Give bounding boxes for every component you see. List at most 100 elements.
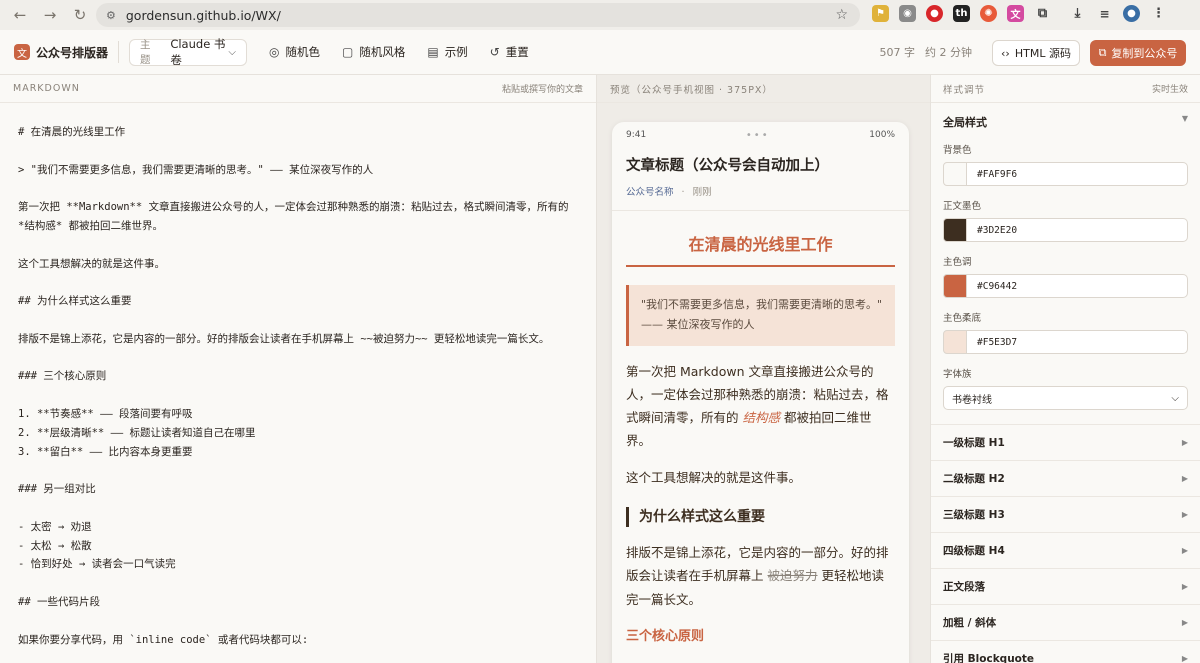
extension-icon[interactable]: 文 — [1007, 5, 1024, 22]
account-name[interactable]: 公众号名称 — [626, 187, 674, 198]
status-battery: 100% — [869, 130, 895, 140]
copy-to-wechat-button[interactable]: ⧉ 复制到公众号 — [1090, 40, 1186, 66]
markdown-textarea[interactable]: # 在清晨的光线里工作 > "我们不需要更多信息，我们需要更清晰的思考。" —— … — [0, 103, 596, 663]
logo-icon: 文 — [14, 44, 30, 60]
caret-right-icon: ▶ — [1181, 438, 1188, 447]
status-time: 9:41 — [626, 130, 647, 140]
section-label: 引用 Blockquote — [943, 653, 1035, 663]
example-label: 示例 — [444, 45, 468, 59]
caret-right-icon: ▶ — [1181, 654, 1188, 663]
color-fields: 背景色 #FAF9F6 正文墨色 #3D2E20 主色调 #C96442 主色柔底 #F5E3… — [931, 142, 1200, 354]
font-label: 字体族 — [943, 369, 972, 380]
style-section-toggle[interactable]: 二级标题 H2 ▶ — [931, 460, 1200, 496]
color-input[interactable]: #F5E3D7 — [943, 329, 1188, 354]
media-icon[interactable]: ≡ — [1096, 5, 1113, 22]
bookmark-star-icon[interactable]: ☆ — [835, 7, 848, 23]
menu-icon[interactable]: ⋮ — [1150, 5, 1167, 22]
extension-icon[interactable]: ✺ — [980, 5, 997, 22]
global-style-toggle[interactable]: 全局样式 ▼ — [931, 103, 1200, 130]
caret-right-icon: ▶ — [1181, 582, 1188, 591]
reload-icon[interactable]: ↻ — [68, 3, 92, 27]
color-field: 正文墨色 #3D2E20 — [931, 198, 1200, 242]
editor-line: - 太松 → 松散 — [18, 539, 92, 552]
editor-line: - 太密 → 劝退 — [18, 520, 92, 533]
random-style-label: 随机风格 — [359, 45, 406, 59]
html-source-label: HTML 源码 — [1014, 47, 1071, 60]
preview-paragraph: 这个工具想解决的就是这件事。 — [626, 470, 802, 486]
editor-hint: 粘贴或撰写你的文章 — [501, 85, 583, 95]
editor-line: ### 三个核心原则 — [18, 370, 107, 383]
caret-right-icon: ▶ — [1181, 474, 1188, 483]
reset-button[interactable]: ↺ 重置 — [490, 44, 529, 60]
profile-avatar[interactable]: ● — [1123, 5, 1140, 22]
meta-time: 刚刚 — [692, 187, 712, 198]
italic-text: 结构感 — [742, 409, 780, 425]
style-section-toggle[interactable]: 四级标题 H4 ▶ — [931, 532, 1200, 568]
color-input[interactable]: #FAF9F6 — [943, 161, 1188, 186]
reset-icon: ↺ — [489, 45, 500, 59]
brand: 文 公众号排版器 — [14, 44, 108, 61]
style-section-toggle[interactable]: 引用 Blockquote ▶ — [931, 640, 1200, 663]
color-field-label: 主色调 — [943, 257, 972, 268]
browser-chrome: ← → ↻ ⚙ gordensun.github.io/WX/ ☆ ⚑ ◉ ● … — [0, 0, 1200, 30]
dots-icon: ••• — [745, 129, 770, 141]
style-hint: 实时生效 — [1151, 85, 1188, 95]
back-icon[interactable]: ← — [8, 3, 32, 27]
address-bar[interactable]: ⚙ gordensun.github.io/WX/ ☆ — [96, 3, 860, 27]
color-input[interactable]: #3D2E20 — [943, 217, 1188, 242]
preview-h2: 为什么样式这么重要 — [626, 507, 895, 528]
article-meta: 公众号名称 · 刚刚 — [626, 184, 895, 198]
style-section-toggle[interactable]: 三级标题 H3 ▶ — [931, 496, 1200, 532]
forward-icon[interactable]: → — [38, 3, 62, 27]
extension-icon[interactable]: ● — [926, 5, 943, 22]
caret-down-icon: ▼ — [1181, 114, 1188, 123]
reset-label: 重置 — [505, 45, 529, 59]
color-swatch[interactable] — [943, 329, 967, 354]
color-swatch[interactable] — [943, 217, 967, 242]
read-time: 约 2 分钟 — [925, 46, 972, 59]
color-input[interactable]: #C96442 — [943, 273, 1188, 298]
html-source-button[interactable]: ‹› HTML 源码 — [992, 40, 1080, 66]
color-swatch[interactable] — [943, 273, 967, 298]
extension-icon[interactable]: th — [953, 5, 970, 22]
copy-icon: ⧉ — [1098, 46, 1107, 59]
editor-header: MARKDOWN 粘贴或撰写你的文章 — [0, 75, 596, 103]
theme-select[interactable]: 主题 Claude 书卷 ⌵ — [129, 37, 248, 67]
download-icon[interactable]: ⤓ — [1069, 5, 1086, 22]
font-select[interactable]: 书卷衬线 ⌵ — [943, 386, 1188, 410]
extension-icon[interactable]: ⚑ — [872, 5, 889, 22]
camera-icon[interactable]: ◉ — [899, 5, 916, 22]
chevron-down-icon: ⌵ — [228, 46, 237, 58]
style-section-toggle[interactable]: 加粗 / 斜体 ▶ — [931, 604, 1200, 640]
section-label: 一级标题 H1 — [943, 437, 1005, 449]
editor-line: ### 另一组对比 — [18, 483, 96, 496]
font-field: 字体族 书卷衬线 ⌵ — [931, 366, 1200, 424]
divider — [118, 41, 120, 63]
phone-frame: 9:41 ••• 100% 文章标题（公众号会自动加上） 公众号名称 · 刚刚 … — [612, 122, 909, 663]
site-settings-icon[interactable]: ⚙ — [106, 9, 116, 22]
random-style-button[interactable]: ▢ 随机风格 — [342, 44, 405, 60]
chevron-down-icon: ⌵ — [1171, 392, 1179, 404]
editor-line: 第一次把 **Markdown** 文章直接搬进公众号的人，一定体会过那种熟悉的… — [18, 201, 569, 214]
theme-value: Claude 书卷 — [170, 37, 226, 67]
preview-panel: 预览（公众号手机视图 · 375PX） 9:41 ••• 100% 文章标题（公… — [597, 75, 931, 663]
phone-status-bar: 9:41 ••• 100% — [612, 122, 909, 148]
puzzle-icon[interactable]: ⧉ — [1034, 5, 1051, 22]
editor-line: # 在清晨的光线里工作 — [18, 126, 126, 138]
example-button[interactable]: ▤ 示例 — [427, 44, 467, 60]
random-color-button[interactable]: ◎ 随机色 — [269, 44, 320, 60]
editor-line: 排版不是锦上添花，它是内容的一部分。好的排版会让读者在手机屏幕上 ~~被迫努力~… — [18, 332, 550, 345]
style-section-toggle[interactable]: 一级标题 H1 ▶ — [931, 424, 1200, 460]
color-swatch[interactable] — [943, 161, 967, 186]
style-section-toggle[interactable]: 正文段落 ▶ — [931, 568, 1200, 604]
editor-line: 1. **节奏感** —— 段落间要有呼吸 — [18, 407, 193, 420]
app-name: 公众号排版器 — [36, 45, 109, 60]
editor-line: 3. **留白** —— 比内容本身更重要 — [18, 445, 193, 458]
color-hex: #F5E3D7 — [977, 336, 1018, 348]
